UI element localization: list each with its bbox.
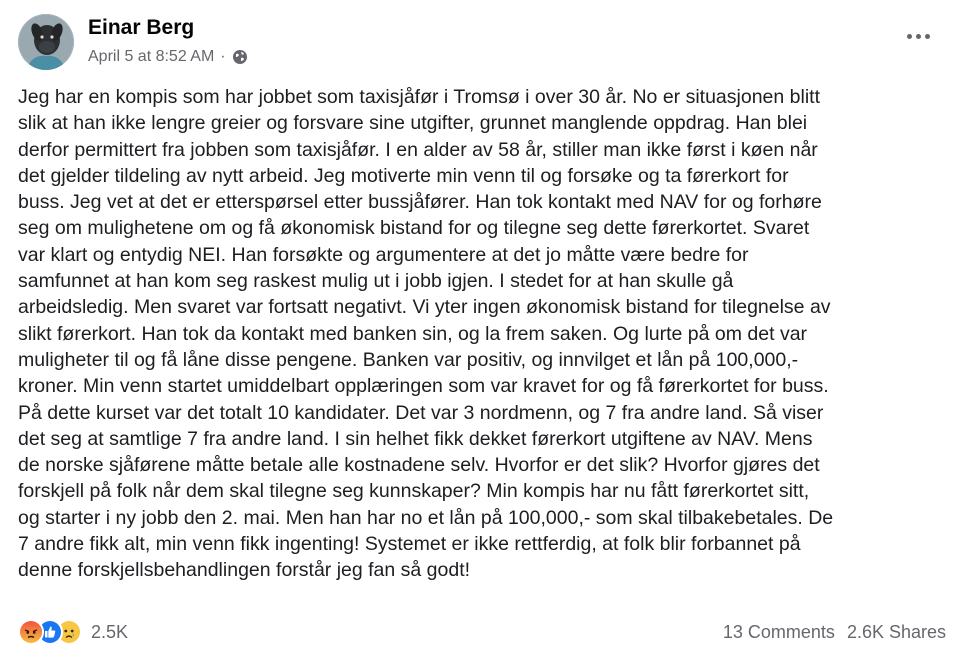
- post-footer: 2.5K 13 Comments 2.6K Shares: [18, 615, 946, 649]
- comments-count-link[interactable]: 13 Comments: [723, 622, 835, 643]
- post-body-line: muligheter til og få låne disse pengene.…: [18, 348, 799, 371]
- post-body-line: forskjell på folk når dem skal tilegne s…: [18, 480, 810, 503]
- post-body-line: slikt førerkort. Han tok da kontakt med …: [18, 322, 808, 345]
- more-options-icon[interactable]: [900, 24, 936, 48]
- post-body-line: derfor permittert fra jobben som taxisjå…: [18, 138, 818, 161]
- post-body-line: Jeg har en kompis som har jobbet som tax…: [18, 86, 820, 108]
- shares-count-link[interactable]: 2.6K Shares: [847, 622, 946, 643]
- reactions-summary[interactable]: 2.5K: [18, 619, 128, 645]
- angry-reaction-icon: [18, 619, 44, 645]
- meta-separator: ·: [220, 48, 226, 65]
- reaction-count: 2.5K: [91, 621, 129, 642]
- post-body-line: 7 andre fikk alt, min venn fikk ingentin…: [18, 533, 801, 556]
- post-body-line: det seg at samtlige 7 fra andre land. I …: [18, 427, 813, 450]
- author-avatar[interactable]: [18, 14, 74, 70]
- globe-icon[interactable]: [232, 49, 248, 65]
- post-body-line: de norske sjåførene måtte betale alle ko…: [18, 454, 820, 477]
- post-body-line: buss. Jeg vet at det er etterspørsel ett…: [18, 191, 822, 214]
- post-stats: 13 Comments 2.6K Shares: [723, 622, 946, 643]
- post-meta: April 5 at 8:52 AM ·: [88, 48, 248, 66]
- post-body-line: arbeidsledig. Men svaret var fortsatt ne…: [18, 296, 831, 319]
- post-body-line: På dette kurset var det totalt 10 kandid…: [18, 401, 824, 424]
- post-body-line: slik at han ikke lengre greier og forsva…: [18, 112, 808, 135]
- post-body-line: seg om mulighetene om og få økonomisk bi…: [18, 217, 810, 240]
- post-timestamp[interactable]: April 5 at 8:52 AM: [88, 48, 214, 66]
- avatar-image: [18, 14, 74, 70]
- post-body: Jeg har en kompis som har jobbet som tax…: [18, 84, 948, 584]
- post-body-line: var klart og entydig NEI. Han forsøkte o…: [18, 243, 749, 266]
- post-body-line: det gjelder tildeling av nytt arbeid. Je…: [18, 164, 789, 187]
- post-body-line: denne forskjellsbehandlingen forstår jeg…: [18, 559, 471, 582]
- facebook-post: Einar Berg April 5 at 8:52 AM · Jeg har …: [0, 0, 960, 660]
- post-body-line: samfunnet at han kom seg raskest mulig u…: [18, 270, 734, 293]
- author-name[interactable]: Einar Berg: [88, 16, 194, 40]
- post-header: Einar Berg April 5 at 8:52 AM ·: [18, 14, 942, 72]
- post-body-line: kroner. Min venn startet umiddelbart opp…: [18, 375, 829, 398]
- post-body-line: og starter i ny jobb den 2. mai. Men han…: [18, 506, 834, 529]
